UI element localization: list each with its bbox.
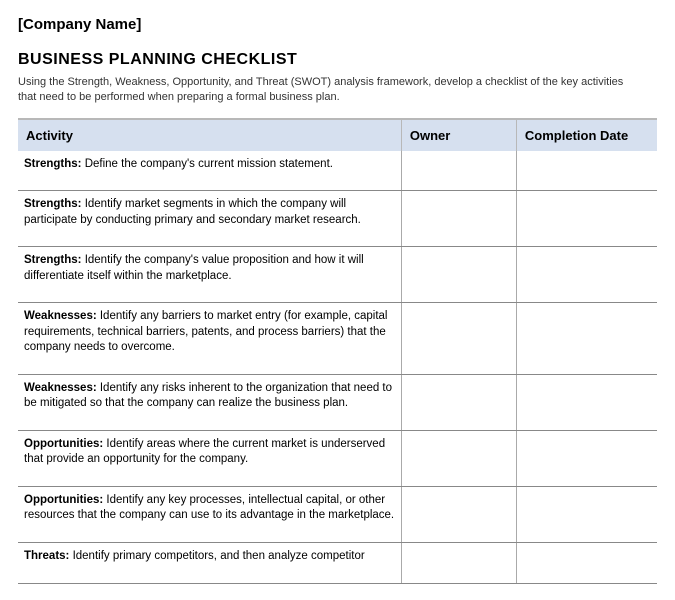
table-row: Strengths: Identify market segments in w… [18, 191, 657, 247]
table-row: Strengths: Identify the company's value … [18, 247, 657, 303]
cell-owner [401, 543, 516, 584]
company-name: [Company Name] [18, 16, 657, 33]
checklist-table: Activity Owner Completion Date Strengths… [18, 118, 657, 584]
activity-category: Threats: [24, 550, 69, 562]
activity-category: Strengths: [24, 158, 82, 170]
table-row: Threats: Identify primary competitors, a… [18, 543, 657, 584]
header-owner: Owner [401, 119, 516, 151]
activity-category: Opportunities: [24, 494, 103, 506]
cell-completion-date [516, 191, 657, 247]
cell-completion-date [516, 374, 657, 430]
cell-owner [401, 430, 516, 486]
cell-activity: Strengths: Define the company's current … [18, 151, 401, 191]
cell-owner [401, 303, 516, 375]
table-row: Opportunities: Identify any key processe… [18, 486, 657, 542]
cell-completion-date [516, 486, 657, 542]
document-title: BUSINESS PLANNING CHECKLIST [18, 51, 657, 69]
cell-completion-date [516, 430, 657, 486]
cell-completion-date [516, 303, 657, 375]
header-activity: Activity [18, 119, 401, 151]
table-row: Opportunities: Identify areas where the … [18, 430, 657, 486]
activity-category: Strengths: [24, 254, 82, 266]
activity-text: Define the company's current mission sta… [82, 158, 333, 170]
cell-owner [401, 191, 516, 247]
cell-activity: Strengths: Identify the company's value … [18, 247, 401, 303]
cell-owner [401, 486, 516, 542]
activity-category: Weaknesses: [24, 310, 97, 322]
activity-category: Weaknesses: [24, 382, 97, 394]
cell-activity: Opportunities: Identify areas where the … [18, 430, 401, 486]
table-row: Weaknesses: Identify any barriers to mar… [18, 303, 657, 375]
cell-activity: Weaknesses: Identify any barriers to mar… [18, 303, 401, 375]
cell-owner [401, 247, 516, 303]
header-completion-date: Completion Date [516, 119, 657, 151]
activity-category: Opportunities: [24, 438, 103, 450]
table-row: Weaknesses: Identify any risks inherent … [18, 374, 657, 430]
cell-completion-date [516, 151, 657, 191]
activity-category: Strengths: [24, 198, 82, 210]
document-description: Using the Strength, Weakness, Opportunit… [18, 75, 638, 106]
cell-activity: Weaknesses: Identify any risks inherent … [18, 374, 401, 430]
cell-completion-date [516, 247, 657, 303]
table-header-row: Activity Owner Completion Date [18, 119, 657, 151]
cell-activity: Opportunities: Identify any key processe… [18, 486, 401, 542]
cell-activity: Strengths: Identify market segments in w… [18, 191, 401, 247]
cell-completion-date [516, 543, 657, 584]
cell-owner [401, 151, 516, 191]
cell-owner [401, 374, 516, 430]
activity-text: Identify primary competitors, and then a… [69, 550, 364, 562]
table-row: Strengths: Define the company's current … [18, 151, 657, 191]
cell-activity: Threats: Identify primary competitors, a… [18, 543, 401, 584]
